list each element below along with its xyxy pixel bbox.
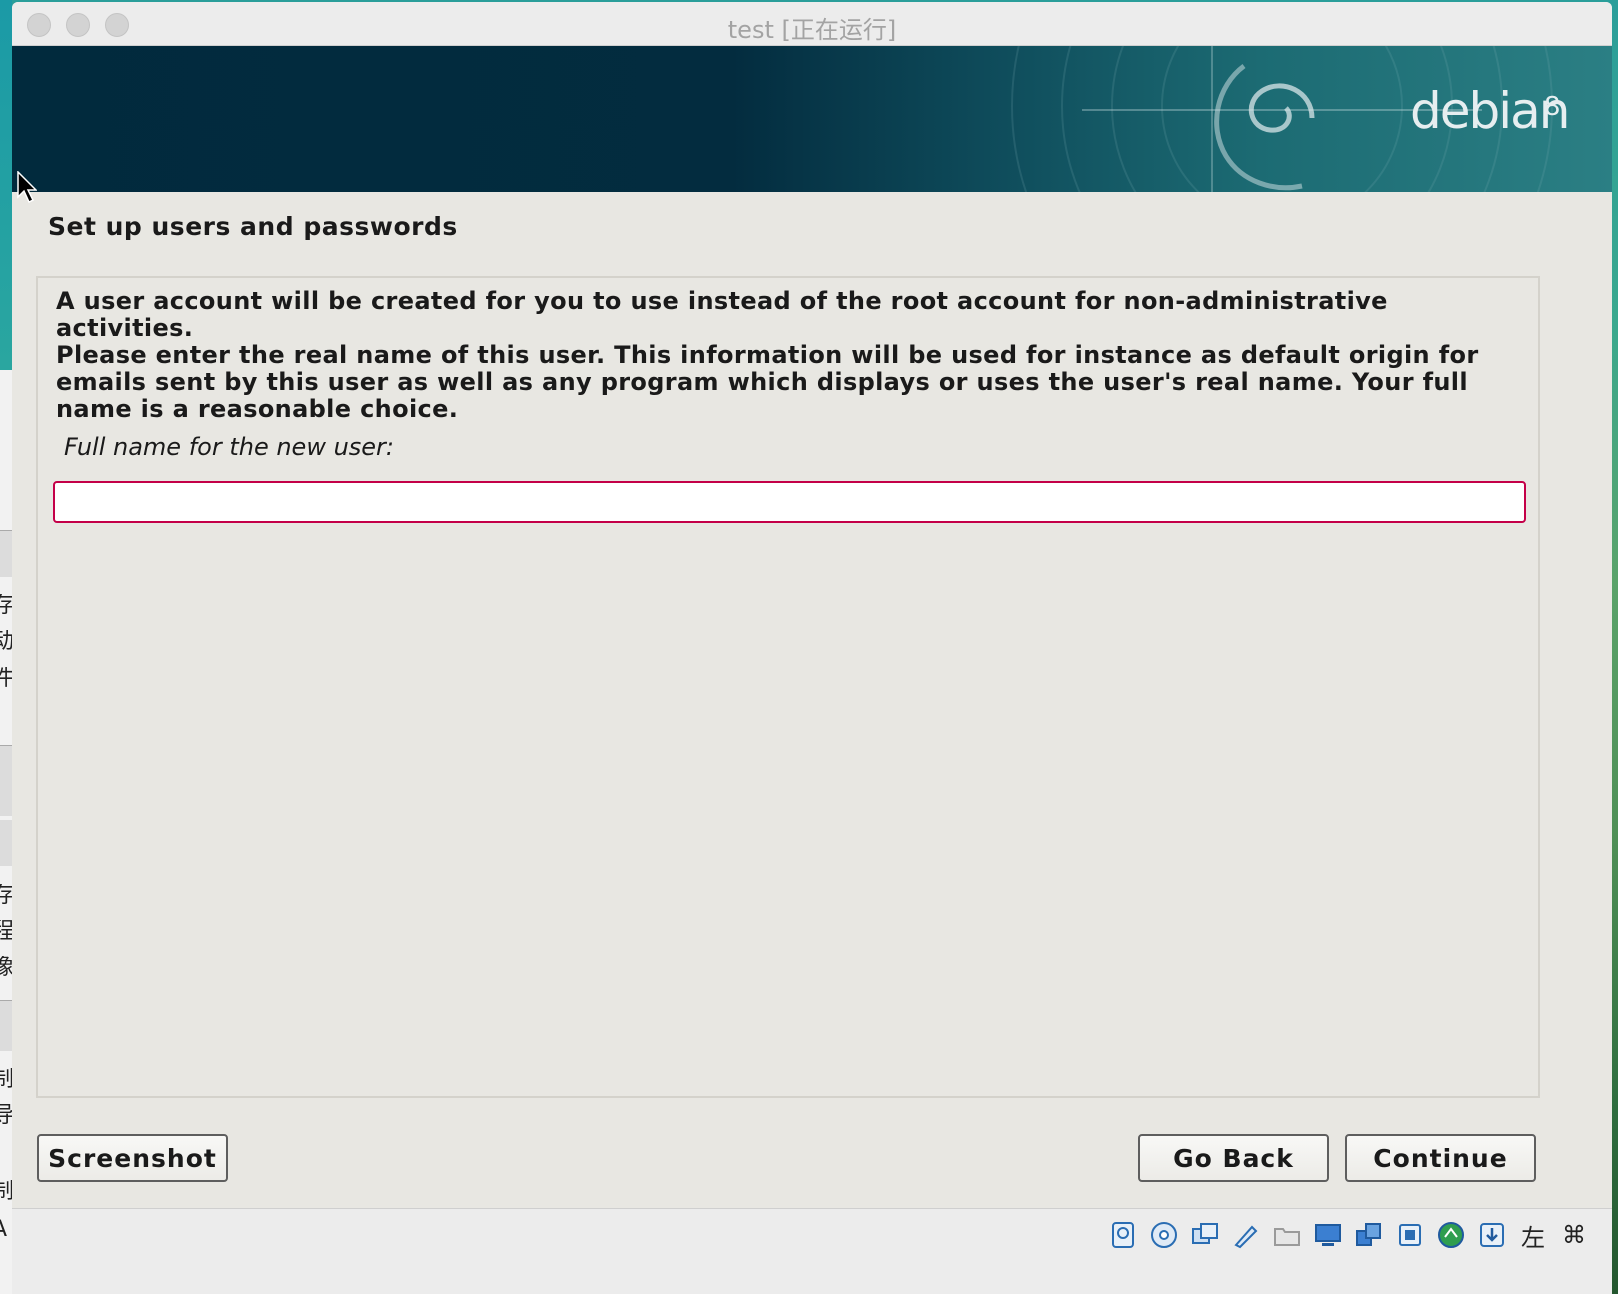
host-text: 制 — [0, 1068, 12, 1092]
host-text: 制 — [0, 1180, 12, 1204]
network-activity-icon[interactable] — [1435, 1219, 1467, 1251]
optical-drive-icon[interactable] — [1148, 1219, 1180, 1251]
host-desktop-edge — [0, 0, 12, 370]
question-panel: A user account will be created for you t… — [36, 276, 1540, 1098]
intro-paragraph: A user account will be created for you t… — [56, 287, 1388, 342]
window-title: test [正在运行] — [727, 16, 897, 44]
host-text: 件 — [0, 667, 12, 691]
window-titlebar[interactable]: test [正在运行] — [12, 2, 1612, 46]
shared-folder-icon[interactable] — [1271, 1219, 1303, 1251]
host-key-label: 左 — [1521, 1223, 1545, 1252]
full-name-input[interactable] — [53, 481, 1526, 523]
vm-status-bar: 左 ⌘ — [12, 1208, 1612, 1294]
host-key-command-icon: ⌘ — [1562, 1221, 1586, 1249]
go-back-button[interactable]: Go Back — [1138, 1134, 1329, 1182]
instruction-paragraph: Please enter the real name of this user.… — [56, 341, 1479, 423]
full-name-label: Full name for the new user: — [64, 433, 395, 461]
screenshot-button[interactable]: Screenshot — [37, 1134, 228, 1182]
host-text: 导. — [0, 1104, 12, 1128]
cpu-icon[interactable] — [1394, 1219, 1426, 1251]
debian-swirl-logo — [1214, 63, 1315, 191]
download-icon[interactable] — [1476, 1219, 1508, 1251]
host-text: 程 — [0, 920, 12, 944]
display-icon[interactable] — [1312, 1219, 1344, 1251]
network-icon[interactable] — [1189, 1219, 1221, 1251]
debian-installer-banner: debian 8 — [12, 46, 1612, 192]
mouse-cursor-icon — [17, 171, 37, 204]
host-text: A — [0, 1218, 12, 1242]
hard-disk-icon[interactable] — [1107, 1219, 1139, 1251]
host-app-strip: 存 动 件 存 程 像 制 导. 制 A — [0, 0, 12, 1294]
host-text: 动 — [0, 630, 12, 654]
host-panel — [0, 1001, 12, 1051]
host-text: 存 — [0, 884, 12, 908]
page-title: Set up users and passwords — [48, 212, 458, 241]
host-panel — [0, 746, 12, 816]
host-panel — [0, 531, 12, 577]
banner-swirl-graphic — [1011, 46, 1553, 192]
host-panel — [0, 820, 12, 866]
host-text: 存 — [0, 594, 12, 618]
usb-icon[interactable] — [1230, 1219, 1262, 1251]
vm-window: test [正在运行] debian 8 Set up users and pa… — [12, 2, 1612, 1294]
host-text: 像 — [0, 956, 12, 980]
debian-version: 8 — [1544, 92, 1561, 122]
video-capture-icon[interactable] — [1353, 1219, 1385, 1251]
continue-button[interactable]: Continue — [1345, 1134, 1536, 1182]
